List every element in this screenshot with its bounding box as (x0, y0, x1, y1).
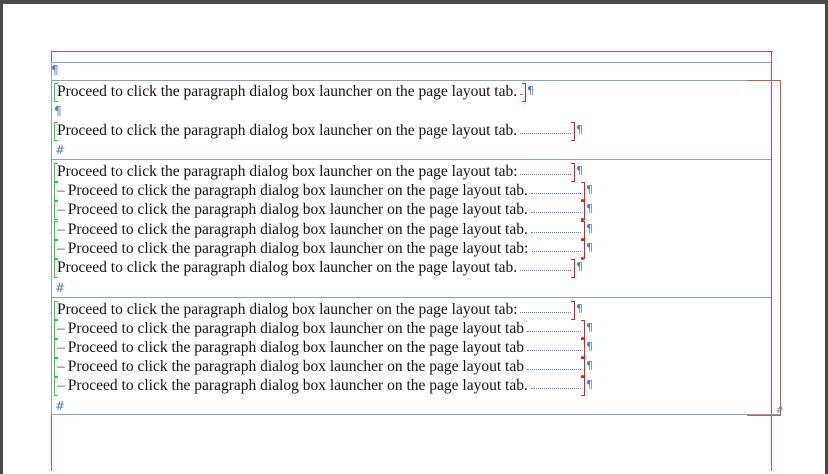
paragraph-start-bracket (54, 201, 58, 220)
paragraph-line[interactable]: – Proceed to click the paragraph dialog b… (54, 357, 593, 378)
frame-left-edge (51, 62, 52, 414)
text-frame-corner (747, 80, 781, 416)
pilcrow-marker: ¶ (586, 183, 593, 196)
paragraph-start-bracket (54, 339, 58, 358)
tab-leader (520, 312, 571, 313)
paragraph-text: Proceed to click the paragraph dialog bo… (67, 221, 528, 238)
tab-leader (527, 350, 581, 351)
paragraph-end-bracket (581, 377, 585, 396)
paragraph-line[interactable]: Proceed to click the paragraph dialog bo… (54, 121, 583, 141)
paragraph-text: Proceed to click the paragraph dialog bo… (57, 163, 518, 180)
tab-leader (531, 388, 581, 389)
pilcrow-marker: ¶ (586, 321, 593, 334)
paragraph-start-bracket (54, 240, 58, 259)
paragraph-line[interactable]: – Proceed to click the paragraph dialog b… (54, 319, 593, 340)
tab-leader (527, 369, 581, 370)
paragraph-line[interactable]: – Proceed to click the paragraph dialog b… (54, 181, 593, 202)
frame-top-edge (51, 62, 771, 63)
list-dash: – (57, 240, 65, 257)
paragraph-text: Proceed to click the paragraph dialog bo… (67, 201, 528, 218)
list-dash: – (57, 201, 65, 218)
paragraph-line[interactable]: Proceed to click the paragraph dialog bo… (54, 300, 583, 320)
list-dash: – (57, 377, 65, 394)
pilcrow-marker: ¶ (576, 164, 583, 177)
section-hash-marker: # (55, 281, 66, 295)
paragraph-end-bracket (571, 163, 575, 182)
paragraph-text: Proceed to click the paragraph dialog bo… (57, 83, 518, 100)
paragraph-text: Proceed to click the paragraph dialog bo… (57, 122, 518, 139)
pilcrow-marker: ¶ (576, 302, 583, 315)
paragraph-start-bracket (54, 320, 58, 339)
pilcrow-marker: ¶ (586, 202, 593, 215)
paragraph-text: Proceed to click the paragraph dialog bo… (57, 301, 518, 318)
paragraph-text: Proceed to click the paragraph dialog bo… (67, 182, 528, 199)
list-dash: – (57, 221, 65, 238)
pilcrow-marker: ¶ (586, 241, 593, 254)
paragraph-text: Proceed to click the paragraph dialog bo… (67, 240, 529, 257)
pilcrow-marker: ¶ (576, 260, 583, 273)
section-hash-marker: # (55, 143, 66, 157)
pilcrow-marker: ¶ (51, 63, 59, 77)
paragraph-text: Proceed to click the paragraph dialog bo… (67, 358, 524, 375)
section-hash-marker: # (55, 399, 66, 413)
pilcrow-marker: ¶ (586, 378, 593, 391)
tab-leader (527, 331, 581, 332)
tab-leader (532, 251, 581, 252)
section-divider-2 (51, 297, 771, 298)
paragraph-text: Proceed to click the paragraph dialog bo… (67, 339, 524, 356)
top-margin-guide (51, 51, 773, 52)
paragraph-start-bracket (54, 377, 58, 396)
paragraph-line[interactable]: Proceed to click the paragraph dialog bo… (54, 258, 583, 278)
pilcrow-marker: ¶ (54, 104, 62, 118)
paragraph-end-bracket (522, 83, 526, 102)
paragraph-text: Proceed to click the paragraph dialog bo… (67, 377, 528, 394)
list-dash: – (57, 339, 65, 356)
frame-top-edge-2 (51, 80, 771, 81)
frame-end-marker: # (776, 406, 784, 416)
list-dash: – (57, 320, 65, 337)
tab-leader (531, 212, 581, 213)
frame-bottom-edge (51, 414, 780, 415)
paragraph-text: Proceed to click the paragraph dialog bo… (57, 259, 518, 276)
tab-leader (520, 133, 571, 134)
paragraph-line[interactable]: – Proceed to click the paragraph dialog b… (54, 376, 593, 396)
tab-leader (520, 270, 571, 271)
paragraph-line[interactable]: – Proceed to click the paragraph dialog b… (54, 239, 593, 260)
tab-leader (531, 232, 581, 233)
paragraph-line[interactable]: – Proceed to click the paragraph dialog b… (54, 200, 593, 221)
paragraph-text: Proceed to click the paragraph dialog bo… (67, 320, 524, 337)
paragraph-end-bracket (571, 259, 575, 278)
paragraph-start-bracket (54, 221, 58, 240)
pilcrow-marker: ¶ (586, 359, 593, 372)
paragraph-line[interactable]: Proceed to click the paragraph dialog bo… (54, 82, 534, 102)
paragraph-line[interactable]: Proceed to click the paragraph dialog bo… (54, 162, 583, 182)
paragraph-line[interactable]: – Proceed to click the paragraph dialog b… (54, 220, 593, 241)
paragraph-end-bracket (571, 301, 575, 320)
paragraph-line[interactable]: – Proceed to click the paragraph dialog b… (54, 338, 593, 359)
paragraph-start-bracket (54, 182, 58, 201)
pilcrow-marker: ¶ (586, 340, 593, 353)
paragraph-end-bracket (571, 122, 575, 141)
list-dash: – (57, 182, 65, 199)
section-divider-1 (51, 159, 771, 160)
pilcrow-marker: ¶ (527, 84, 534, 97)
tab-leader (531, 193, 581, 194)
pilcrow-marker: ¶ (586, 222, 593, 235)
paragraph-start-bracket (54, 358, 58, 377)
tab-leader (520, 174, 571, 175)
list-dash: – (57, 358, 65, 375)
pilcrow-marker: ¶ (576, 123, 583, 136)
